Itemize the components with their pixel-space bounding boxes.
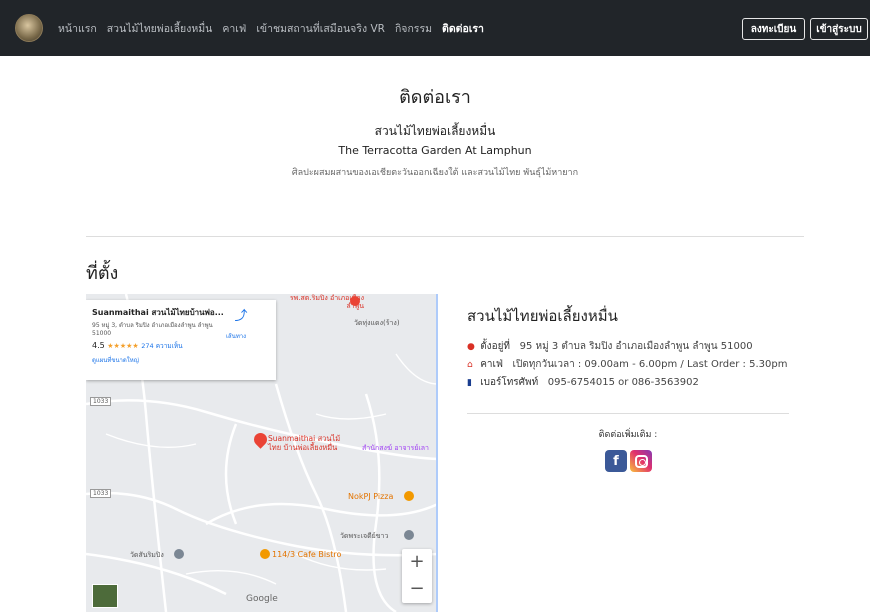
map-label-garden: Suanmaithai สวนไม้ไทย บ้านพ่อเลี้ยงหมื่น xyxy=(268,434,341,452)
map-place-card: Suanmaithai สวนไม้ไทยบ้านพ่อ... 95 หมู่ … xyxy=(86,300,276,380)
login-button[interactable]: เข้าสู่ระบบ xyxy=(810,18,868,40)
rating-value: 4.5 xyxy=(92,341,105,350)
garden-name-thai: สวนไม้ไทยพ่อเลี้ยงหมื่น xyxy=(374,124,496,138)
temple-left-pin-icon xyxy=(174,549,184,559)
zoom-controls: + − xyxy=(402,549,432,603)
cafe-hours-value: เปิดทุกวันเวลา : 09.00am - 6.00pm / Last… xyxy=(512,359,788,370)
map-card-address: 95 หมู่ 3, ตำบล ริมปิง อำเภอเมืองลำพูน ล… xyxy=(92,322,213,337)
divider xyxy=(86,236,804,237)
cafe-icon: ⌂ xyxy=(467,360,473,370)
review-count-link[interactable]: 274 ความเห็น xyxy=(141,342,182,350)
info-divider xyxy=(467,413,789,414)
nav-garden[interactable]: สวนไม้ไทยพ่อเลี้ยงหมื่น xyxy=(107,20,213,37)
instagram-icon[interactable] xyxy=(630,450,652,472)
more-contact-label: ติดต่อเพิ่มเติม : xyxy=(598,430,658,440)
phone-label: เบอร์โทรศัพท์ xyxy=(480,377,539,388)
pizza-pin-icon xyxy=(404,491,414,501)
nav-contact[interactable]: ติดต่อเรา xyxy=(442,20,484,37)
site-logo[interactable] xyxy=(15,14,43,42)
cafe-hours-line: ⌂ คาเฟ่ เปิดทุกวันเวลา : 09.00am - 6.00p… xyxy=(467,357,787,372)
nav-cafe[interactable]: คาเฟ่ xyxy=(222,20,246,37)
directions-icon[interactable]: ⤴ xyxy=(234,310,248,324)
route-shield-1: 1033 xyxy=(90,397,112,406)
nav-home[interactable]: หน้าแรก xyxy=(58,20,97,37)
star-icons: ★★★★★ xyxy=(107,342,139,350)
map-label-office: สำนักสงฆ์ อาจารย์เลา xyxy=(362,444,429,452)
google-logo: Google xyxy=(246,594,278,604)
facebook-icon[interactable]: f xyxy=(605,450,627,472)
nav-links: หน้าแรก สวนไม้ไทยพ่อเลี้ยงหมื่น คาเฟ่ เข… xyxy=(58,0,484,56)
register-button[interactable]: ลงทะเบียน xyxy=(742,18,805,40)
nav-vr[interactable]: เข้าชมสถานที่เสมือนจริง VR xyxy=(256,20,385,37)
map-label-pizza: NokPJ Pizza xyxy=(348,492,394,501)
larger-map-link[interactable]: ดูแผนที่ขนาดใหญ่ xyxy=(92,355,270,365)
cafe-pin-icon xyxy=(260,549,270,559)
hospital-pin-icon xyxy=(350,296,360,306)
phone-icon: ▮ xyxy=(467,378,472,388)
phone-value: 095-6754015 or 086-3563902 xyxy=(547,377,699,388)
phone-line: ▮ เบอร์โทรศัพท์ 095-6754015 or 086-35639… xyxy=(467,375,699,390)
nav-activities[interactable]: กิจกรรม xyxy=(395,20,432,37)
directions-link[interactable]: เส้นทาง xyxy=(226,331,246,341)
garden-info-title: สวนไม้ไทยพ่อเลี้ยงหมื่น xyxy=(467,307,618,325)
address-line: ● ตั้งอยู่ที่ 95 หมู่ 3 ตำบล ริมปิง อำเภ… xyxy=(467,339,753,354)
zoom-out-button[interactable]: − xyxy=(402,576,432,603)
satellite-toggle[interactable] xyxy=(92,584,118,608)
zoom-in-button[interactable]: + xyxy=(402,549,432,576)
location-heading: ที่ตั้ง xyxy=(86,263,119,284)
map-label-temple-left: วัดสันริมปิง xyxy=(130,551,164,559)
map-label-temple-right: วัดพระเจดีย์ขาว xyxy=(340,532,389,540)
garden-name-english: The Terracotta Garden At Lamphun xyxy=(338,144,532,157)
garden-description: ศิลปะผสมผสานของเอเชียตะวันออกเฉียงใต้ แล… xyxy=(291,168,579,178)
route-shield-2: 1033 xyxy=(90,489,112,498)
address-label: ตั้งอยู่ที่ xyxy=(480,341,511,352)
temple-pin-icon xyxy=(404,530,414,540)
map-card-rating: 4.5 ★★★★★ 274 ความเห็น xyxy=(92,341,270,351)
google-map[interactable]: Suanmaithai สวนไม้ไทยบ้านพ่อ... 95 หมู่ … xyxy=(86,294,438,612)
address-value: 95 หมู่ 3 ตำบล ริมปิง อำเภอเมืองลำพูน ลำ… xyxy=(519,341,753,352)
top-navbar: หน้าแรก สวนไม้ไทยพ่อเลี้ยงหมื่น คาเฟ่ เข… xyxy=(0,0,870,56)
map-label-cafe: 114/3 Cafe Bistro xyxy=(272,550,342,559)
location-pin-icon: ● xyxy=(467,342,475,352)
map-label-temple-top: วัดทุ่งแดง(ร้าง) xyxy=(354,319,400,327)
page-title: ติดต่อเรา xyxy=(399,87,471,108)
cafe-label: คาเฟ่ xyxy=(480,359,503,370)
